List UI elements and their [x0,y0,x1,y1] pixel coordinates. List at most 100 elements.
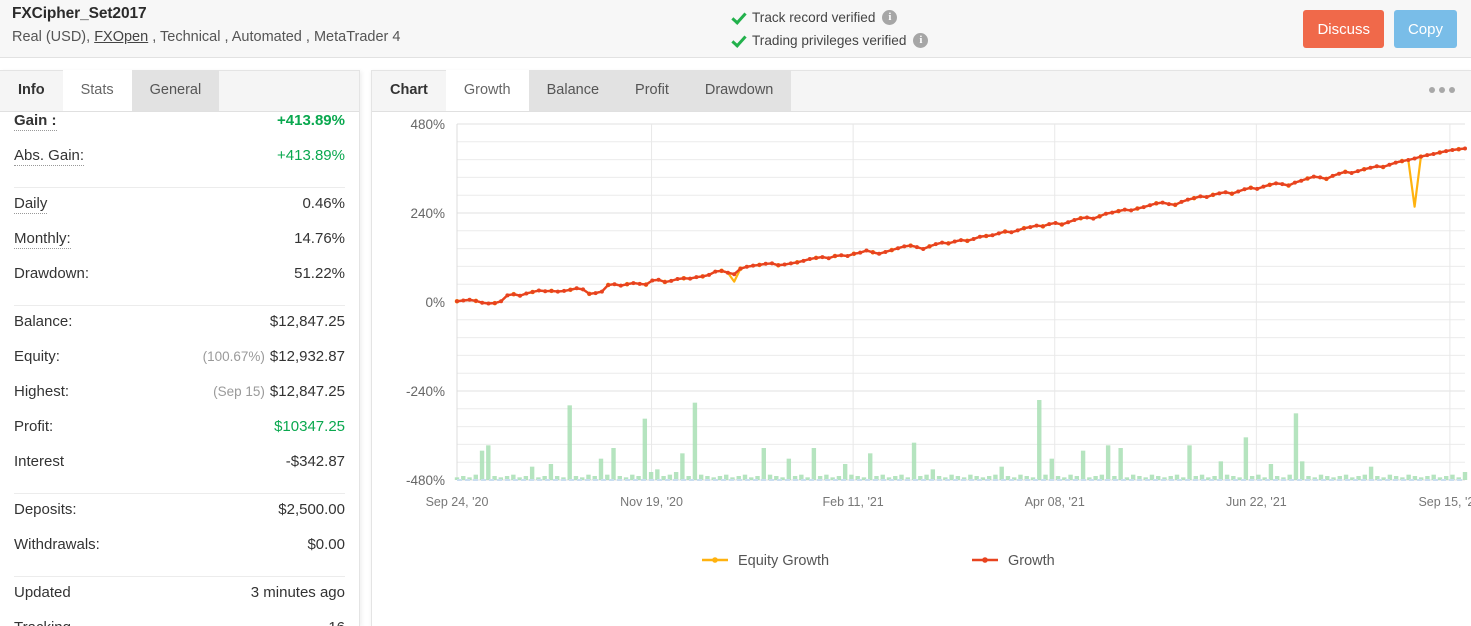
y-axis-tick-label: 240% [410,206,445,221]
growth-point [782,262,787,267]
discuss-button[interactable]: Discuss [1303,10,1384,48]
growth-point [1381,165,1386,170]
account-identity: FXCipher_Set2017 Real (USD), FXOpen , Te… [12,4,400,48]
growth-point [1034,223,1039,228]
growth-point [606,282,611,287]
growth-point [921,246,926,251]
stat-value: 0.46% [302,195,345,212]
chart-tab-profit[interactable]: Profit [617,70,687,111]
growth-point [650,278,655,283]
growth-point [952,239,957,244]
growth-point [1393,160,1398,165]
stat-value: $12,932.87 [269,348,345,365]
growth-point [795,260,800,265]
growth-point [1412,156,1417,161]
equity-growth-line [456,147,1466,305]
growth-point [612,282,617,287]
chart-tab-growth[interactable]: Growth [445,70,529,111]
growth-point [1223,190,1228,195]
growth-point [971,236,976,241]
growth-point [662,279,667,284]
growth-point [461,298,466,303]
volume-bar [692,402,698,480]
x-axis-tick-label: Sep 15, '21 [1418,495,1471,509]
growth-point [933,242,938,247]
growth-point [1129,208,1134,213]
growth-point [1053,221,1058,226]
x-axis-tick-label: Jun 22, '21 [1226,495,1287,509]
info-icon[interactable]: i [913,33,929,48]
growth-point [725,270,730,275]
sidebar-tab-info[interactable]: Info [0,70,63,111]
stat-value: 3 minutes ago [250,584,345,601]
growth-point [1141,205,1146,210]
growth-point [1217,191,1222,196]
growth-point [1229,191,1234,196]
growth-point [713,269,718,274]
stat-label: Balance: [14,313,73,330]
growth-point [1148,203,1152,208]
volume-bar [1268,464,1274,480]
growth-point [574,286,579,291]
stat-value-prefix: (100.67%) [202,349,265,364]
volume-bar [1243,437,1249,480]
volume-bar [811,448,817,480]
growth-point [1267,182,1272,187]
stat-value: 14.76% [294,230,345,247]
copy-button[interactable]: Copy [1393,10,1457,48]
volume-bar [1293,413,1299,480]
broker-link[interactable]: FXOpen [94,29,148,45]
growth-point [1198,194,1203,199]
growth-point [1097,214,1102,219]
stat-value-wrap: $10347.25 [274,418,345,435]
volume-bar [1300,461,1305,480]
chart-tab-drawdown[interactable]: Drawdown [686,70,792,111]
growth-point [839,253,844,258]
stat-value-wrap: 51.22% [294,265,345,282]
track-record-verified-row: Track record verified i [731,6,928,29]
growth-point [707,272,711,277]
y-axis-tick-label: -240% [406,384,445,399]
stat-value: 51.22% [294,265,345,282]
legend-label: Equity Growth [738,553,829,569]
sidebar-tab-general[interactable]: General [131,70,220,111]
growth-point [631,281,636,286]
stat-row: Drawdown: 51.22% [14,265,345,300]
info-icon[interactable]: i [882,10,898,25]
growth-point [1003,229,1008,234]
stat-label: Tracking [14,619,71,626]
growth-point [455,299,459,304]
growth-point [807,256,812,261]
growth-point [581,287,585,292]
growth-point [1374,164,1379,169]
growth-point [700,274,705,279]
account-meta-prefix: Real (USD), [12,29,95,45]
chart-tabs: Chart Growth Balance Profit Drawdown [372,70,1471,112]
account-name: FXCipher_Set2017 [12,5,147,22]
growth-point [902,244,907,249]
growth-point [555,289,560,294]
growth-point [1248,185,1253,190]
sidebar-tab-stats[interactable]: Stats [62,70,132,111]
x-axis-tick-label: Apr 08, '21 [1025,495,1085,509]
stat-value: -$342.87 [285,453,345,470]
kebab-menu-icon[interactable] [1425,83,1459,97]
chart-tab-chart[interactable]: Chart [372,70,446,111]
growth-point [618,283,623,288]
growth-chart-plot: 480% 240% 0% -240% -480% Sep 24, '20 Nov 19, '… [372,112,1471,626]
legend-marker [712,557,718,563]
page-header: FXCipher_Set2017 Real (USD), FXOpen , Te… [0,0,1471,58]
growth-point [801,258,806,263]
volume-bar [479,450,485,480]
stat-row: Tracking 16 [14,619,345,626]
x-axis-tick-label: Feb 11, '21 [823,495,884,509]
growth-point [1179,199,1184,204]
growth-point [1211,192,1215,197]
growth-point [499,299,504,304]
growth-point [1318,175,1323,180]
chart-tab-balance[interactable]: Balance [528,70,618,111]
growth-point [1066,220,1071,225]
stat-value-wrap: +413.89% [277,147,345,164]
growth-point [1154,201,1159,206]
stat-value: $10347.25 [274,418,345,435]
